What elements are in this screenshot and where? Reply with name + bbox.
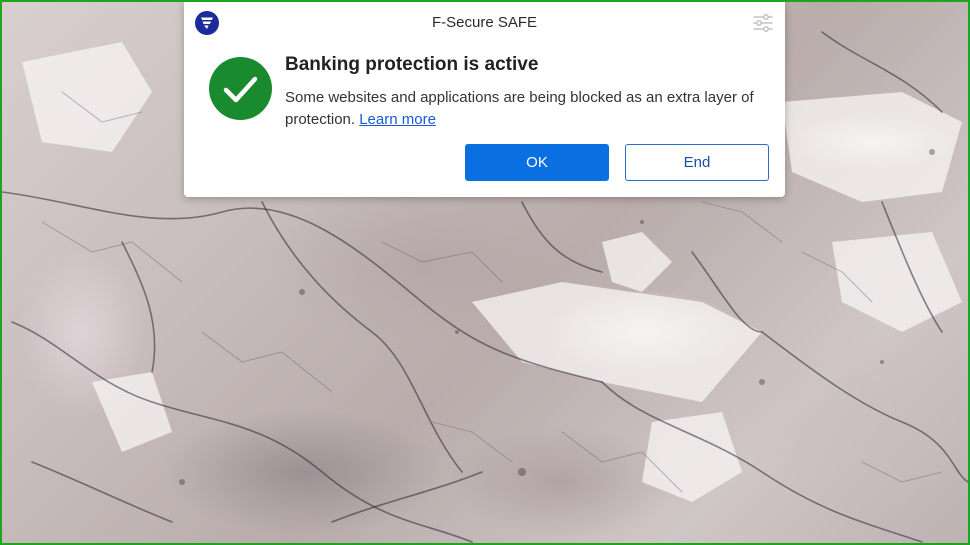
ok-button[interactable]: OK <box>465 144 609 181</box>
sliders-icon[interactable] <box>752 12 774 34</box>
banking-protection-dialog: F-Secure SAFE Banking protection is acti… <box>184 2 785 197</box>
message-text: Some websites and applications are being… <box>285 89 754 128</box>
learn-more-link[interactable]: Learn more <box>359 111 436 128</box>
dialog-headline: Banking protection is active <box>285 54 539 75</box>
desktop-screen: F-Secure SAFE Banking protection is acti… <box>0 0 970 545</box>
checkmark-circle-icon <box>209 57 272 120</box>
window-title: F-Secure SAFE <box>431 14 538 31</box>
end-button[interactable]: End <box>625 144 769 181</box>
dialog-message: Some websites and applications are being… <box>285 87 775 131</box>
